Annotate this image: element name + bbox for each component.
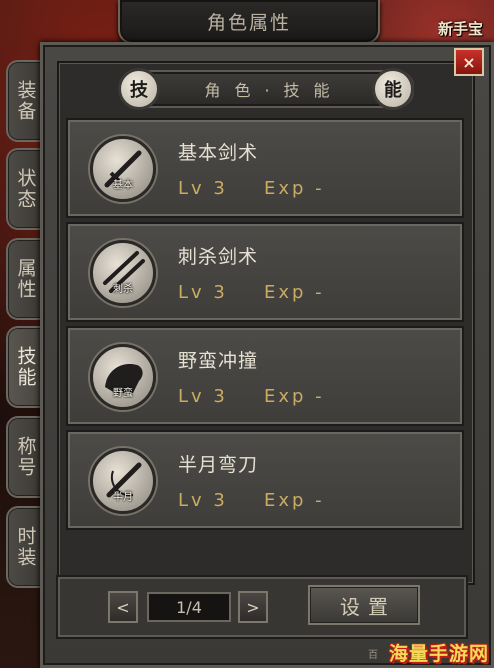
- tab-status[interactable]: 状态: [6, 148, 44, 230]
- header-cap-left: 技: [118, 68, 160, 110]
- close-button[interactable]: ×: [454, 48, 484, 76]
- skill-row[interactable]: 半月 半月弯刀 Lv 3 Exp -: [66, 430, 464, 530]
- skill-icon-label: 基本: [113, 180, 133, 191]
- tab-titles[interactable]: 称号: [6, 416, 44, 498]
- backdrop-corner-text: 新手宝: [438, 20, 484, 38]
- skill-name: 刺杀剑术: [178, 246, 259, 268]
- tab-skills[interactable]: 技能: [6, 326, 44, 408]
- site-watermark: 海量手游网: [388, 642, 489, 665]
- skill-name: 野蛮冲撞: [178, 350, 259, 372]
- skill-name: 基本剑术: [178, 142, 259, 164]
- page-indicator: 1/4: [147, 592, 231, 622]
- skill-exp: Exp -: [264, 386, 325, 407]
- skill-row[interactable]: 野蛮 野蛮冲撞 Lv 3 Exp -: [66, 326, 464, 426]
- section-header-text: 角色·技能: [204, 81, 344, 100]
- charge-icon[interactable]: 野蛮: [90, 344, 156, 410]
- tab-label: 时装: [14, 526, 37, 568]
- tab-equipment[interactable]: 装备: [6, 60, 44, 142]
- header-cap-right: 能: [372, 68, 414, 110]
- settings-button[interactable]: 设置: [308, 585, 420, 625]
- skill-icon-label: 野蛮: [113, 388, 133, 399]
- crescent-blade-icon[interactable]: 半月: [90, 448, 156, 514]
- window-title-plaque: 角色属性: [118, 0, 380, 44]
- window-title: 角色属性: [206, 11, 291, 34]
- tab-fashion[interactable]: 时装: [6, 506, 44, 588]
- skill-row[interactable]: 基本 基本剑术 Lv 3 Exp -: [66, 118, 464, 218]
- skill-icon-label: 刺杀: [113, 284, 133, 295]
- tab-label: 装备: [14, 80, 37, 122]
- skill-level: Lv 3: [178, 490, 228, 511]
- tab-label: 技能: [14, 346, 37, 388]
- tab-attributes[interactable]: 属性: [6, 238, 44, 320]
- skill-name: 半月弯刀: [178, 454, 259, 476]
- skill-level: Lv 3: [178, 178, 228, 199]
- next-page-button[interactable]: >: [238, 591, 268, 623]
- tab-label: 属性: [14, 258, 37, 300]
- tab-label: 状态: [14, 168, 37, 210]
- footer-note: 百: [368, 650, 378, 661]
- sword-icon[interactable]: 基本: [90, 136, 156, 202]
- skill-exp: Exp -: [264, 282, 325, 303]
- tab-label: 称号: [14, 436, 37, 478]
- skill-row[interactable]: 刺杀 刺杀剑术 Lv 3 Exp -: [66, 222, 464, 322]
- prev-page-button[interactable]: <: [108, 591, 138, 623]
- skill-icon-label: 半月: [113, 492, 133, 503]
- double-sword-icon[interactable]: 刺杀: [90, 240, 156, 306]
- section-header: 角色·技能: [120, 70, 414, 108]
- skill-level: Lv 3: [178, 386, 228, 407]
- skill-level: Lv 3: [178, 282, 228, 303]
- skill-exp: Exp -: [264, 178, 325, 199]
- skill-exp: Exp -: [264, 490, 325, 511]
